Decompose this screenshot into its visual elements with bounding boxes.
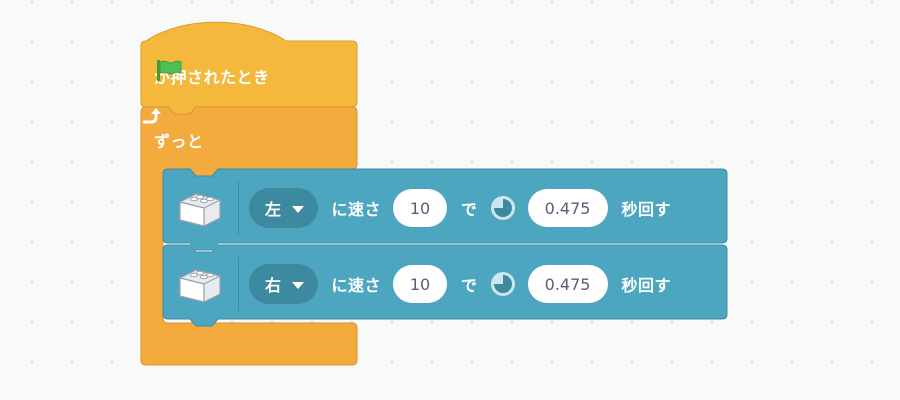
seconds-label: 秒回す xyxy=(621,200,672,219)
lego-brick-icon xyxy=(179,193,221,227)
forever-label: ずっと xyxy=(154,132,204,151)
direction-value: 左 xyxy=(265,200,282,219)
loop-arrow-icon xyxy=(142,108,161,124)
motor-turn-for-seconds-block[interactable]: 左 に速さ 10 で 0.475 秒回す xyxy=(162,168,728,252)
direction-dropdown[interactable]: 右 xyxy=(249,264,318,304)
duration-input[interactable]: 0.475 xyxy=(527,265,608,303)
duration-input[interactable]: 0.475 xyxy=(527,189,608,227)
seconds-label: 秒回す xyxy=(621,276,672,295)
de-label: で xyxy=(461,276,478,295)
de-label: で xyxy=(461,200,478,219)
clock-icon xyxy=(490,272,515,296)
speed-label: に速さ xyxy=(331,200,382,219)
direction-dropdown[interactable]: 左 xyxy=(249,188,318,228)
speed-label: に速さ xyxy=(331,276,382,295)
caret-down-icon xyxy=(291,205,304,213)
caret-down-icon xyxy=(291,281,304,289)
speed-input[interactable]: 10 xyxy=(393,189,448,227)
green-flag-icon xyxy=(157,60,182,81)
lego-brick-icon xyxy=(179,269,221,303)
direction-value: 右 xyxy=(265,276,282,295)
speed-input[interactable]: 10 xyxy=(393,265,448,303)
when-flag-clicked-block[interactable]: が押されたとき xyxy=(140,14,358,118)
motor-turn-for-seconds-block[interactable]: 右 に速さ 10 で 0.475 秒回す xyxy=(162,244,728,328)
clock-icon xyxy=(490,196,515,220)
block-separator xyxy=(238,181,239,235)
block-separator xyxy=(238,257,239,311)
code-workspace[interactable]: が押されたとき ずっと 左 に速さ 10 で 0.475 秒回す 右 に速さ 1… xyxy=(0,0,900,400)
